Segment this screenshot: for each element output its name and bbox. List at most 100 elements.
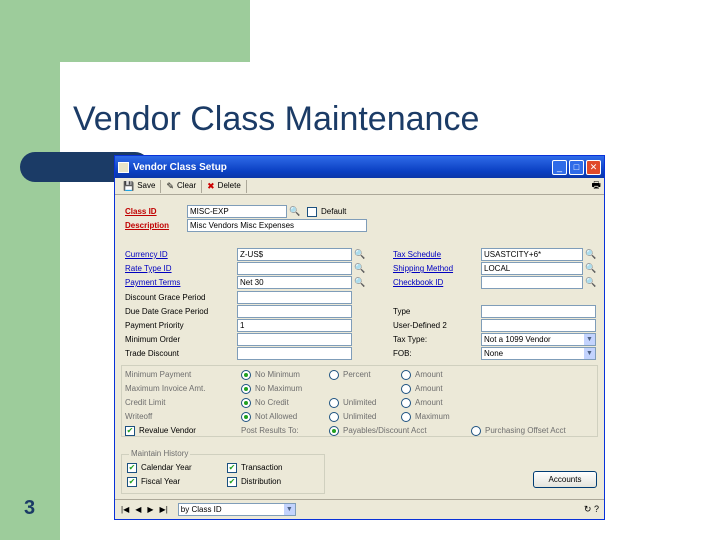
writeoff-label: Writeoff bbox=[125, 412, 153, 421]
credit-limit-label: Credit Limit bbox=[125, 398, 166, 407]
tax-schedule-field[interactable]: USASTCITY+6* bbox=[481, 248, 583, 261]
currency-id-label[interactable]: Currency ID bbox=[125, 249, 168, 261]
currency-id-field[interactable]: Z-US$ bbox=[237, 248, 352, 261]
close-button[interactable]: ✕ bbox=[586, 159, 601, 175]
minimum-payment-option-3: Amount bbox=[415, 370, 443, 379]
nav-last-button[interactable]: ▶| bbox=[160, 505, 168, 514]
credit-limit-amount-radio[interactable] bbox=[401, 398, 411, 408]
nav-first-button[interactable]: |◀ bbox=[121, 505, 129, 514]
checkbook-id-label[interactable]: Checkbook ID bbox=[393, 277, 443, 289]
sort-by-select[interactable]: by Class ID ▼ bbox=[177, 503, 296, 516]
discount-grace-field[interactable] bbox=[237, 291, 352, 304]
minimize-button[interactable]: _ bbox=[552, 159, 567, 175]
slide-accent-top bbox=[0, 0, 250, 62]
distribution-label: Distribution bbox=[241, 477, 282, 486]
payment-terms-label[interactable]: Payment Terms bbox=[125, 277, 180, 289]
writeoff-maximum-radio[interactable] bbox=[401, 412, 411, 422]
shipping-method-label[interactable]: Shipping Method bbox=[393, 263, 453, 275]
distribution-checkbox[interactable]: ✔ bbox=[227, 477, 237, 487]
slide-title: Vendor Class Maintenance bbox=[73, 100, 480, 138]
user-defined-label: User-Defined 2 bbox=[393, 321, 447, 330]
checkbook-lookup-icon[interactable]: 🔍 bbox=[585, 277, 596, 288]
toolbar: 💾 Save ✎ Clear ✖ Delete 🖶 bbox=[115, 178, 604, 195]
due-date-grace-field[interactable] bbox=[237, 305, 352, 318]
delete-button[interactable]: ✖ Delete bbox=[202, 179, 247, 193]
post-results-label: Post Results To: bbox=[241, 426, 299, 435]
checkbook-id-field[interactable] bbox=[481, 276, 583, 289]
tax-type-value: Not a 1099 Vendor bbox=[484, 335, 551, 344]
maximum-invoice-option-2: Amount bbox=[415, 384, 443, 393]
nav-previous-button[interactable]: ◀ bbox=[135, 505, 141, 514]
revalue-vendor-checkbox[interactable]: ✔ bbox=[125, 426, 135, 436]
maximum-invoice-option-1: No Maximum bbox=[255, 384, 303, 393]
minimum-payment-label: Minimum Payment bbox=[125, 370, 192, 379]
clear-button[interactable]: ✎ Clear bbox=[161, 179, 203, 193]
writeoff-unlimited-radio[interactable] bbox=[329, 412, 339, 422]
credit-limit-unlimited-radio[interactable] bbox=[329, 398, 339, 408]
fiscal-year-label: Fiscal Year bbox=[141, 477, 181, 486]
calendar-year-checkbox[interactable]: ✔ bbox=[127, 463, 137, 473]
shipping-method-lookup-icon[interactable]: 🔍 bbox=[585, 263, 596, 274]
currency-lookup-icon[interactable]: 🔍 bbox=[354, 249, 365, 260]
help-icon[interactable]: ? bbox=[594, 504, 599, 514]
rate-type-id-label[interactable]: Rate Type ID bbox=[125, 263, 172, 275]
minimum-payment-amount-radio[interactable] bbox=[401, 370, 411, 380]
type-field[interactable] bbox=[481, 305, 596, 318]
save-label: Save bbox=[137, 181, 156, 190]
credit-limit-none-radio[interactable] bbox=[241, 398, 251, 408]
user-defined-field[interactable] bbox=[481, 319, 596, 332]
chevron-down-icon[interactable]: ▼ bbox=[584, 334, 595, 345]
tax-schedule-label[interactable]: Tax Schedule bbox=[393, 249, 441, 261]
fob-select[interactable]: None ▼ bbox=[481, 347, 596, 360]
rate-type-id-field[interactable] bbox=[237, 262, 352, 275]
rate-type-lookup-icon[interactable]: 🔍 bbox=[354, 263, 365, 274]
slide-number: 3 bbox=[24, 497, 36, 519]
writeoff-option-1: Not Allowed bbox=[255, 412, 298, 421]
tax-schedule-lookup-icon[interactable]: 🔍 bbox=[585, 249, 596, 260]
shipping-method-field[interactable]: LOCAL bbox=[481, 262, 583, 275]
clear-icon: ✎ bbox=[166, 180, 174, 191]
description-field[interactable]: Misc Vendors Misc Expenses bbox=[187, 219, 367, 232]
post-results-purchasing-radio[interactable] bbox=[471, 426, 481, 436]
save-icon: 💾 bbox=[123, 180, 135, 191]
status-icons: ↻ ? bbox=[584, 504, 599, 515]
class-id-lookup-icon[interactable]: 🔍 bbox=[289, 206, 300, 217]
save-button[interactable]: 💾 Save bbox=[118, 179, 162, 193]
minimum-order-field[interactable] bbox=[237, 333, 352, 346]
default-label: Default bbox=[321, 207, 347, 216]
post-results-payables-radio[interactable] bbox=[329, 426, 339, 436]
window-app-icon bbox=[118, 161, 129, 173]
payment-terms-lookup-icon[interactable]: 🔍 bbox=[354, 277, 365, 288]
minimum-payment-none-radio[interactable] bbox=[241, 370, 251, 380]
chevron-down-icon[interactable]: ▼ bbox=[283, 504, 295, 515]
class-id-field[interactable]: MISC-EXP bbox=[187, 205, 287, 218]
nav-next-button[interactable]: ▶ bbox=[147, 505, 153, 514]
fiscal-year-checkbox[interactable]: ✔ bbox=[127, 477, 137, 487]
trade-discount-field[interactable] bbox=[237, 347, 352, 360]
vendor-class-setup-window: Vendor Class Setup _ □ ✕ 💾 Save ✎ Clear … bbox=[114, 155, 605, 520]
fob-value: None bbox=[484, 349, 504, 358]
window-titlebar[interactable]: Vendor Class Setup _ □ ✕ bbox=[115, 156, 604, 178]
transaction-checkbox[interactable]: ✔ bbox=[227, 463, 237, 473]
chevron-down-icon[interactable]: ▼ bbox=[584, 348, 595, 359]
delete-label: Delete bbox=[217, 181, 241, 190]
maintain-history-title: Maintain History bbox=[129, 448, 191, 460]
payment-priority-field[interactable]: 1 bbox=[237, 319, 352, 332]
description-label: Description bbox=[125, 221, 170, 230]
writeoff-not-allowed-radio[interactable] bbox=[241, 412, 251, 422]
payment-terms-field[interactable]: Net 30 bbox=[237, 276, 352, 289]
maximum-invoice-none-radio[interactable] bbox=[241, 384, 251, 394]
default-checkbox[interactable] bbox=[307, 207, 317, 217]
sort-by-value: by Class ID bbox=[180, 505, 222, 514]
maximum-invoice-amount-radio[interactable] bbox=[401, 384, 411, 394]
maximize-button[interactable]: □ bbox=[569, 159, 584, 175]
tax-type-label: Tax Type: bbox=[393, 335, 428, 344]
print-icon[interactable]: 🖶 bbox=[592, 178, 601, 195]
class-id-label: Class ID bbox=[125, 207, 157, 216]
tax-type-select[interactable]: Not a 1099 Vendor ▼ bbox=[481, 333, 596, 346]
accounts-button[interactable]: Accounts bbox=[533, 471, 597, 488]
refresh-icon[interactable]: ↻ bbox=[584, 504, 592, 514]
writeoff-option-3: Maximum bbox=[415, 412, 450, 421]
minimum-payment-percent-radio[interactable] bbox=[329, 370, 339, 380]
due-date-grace-label: Due Date Grace Period bbox=[125, 307, 209, 316]
